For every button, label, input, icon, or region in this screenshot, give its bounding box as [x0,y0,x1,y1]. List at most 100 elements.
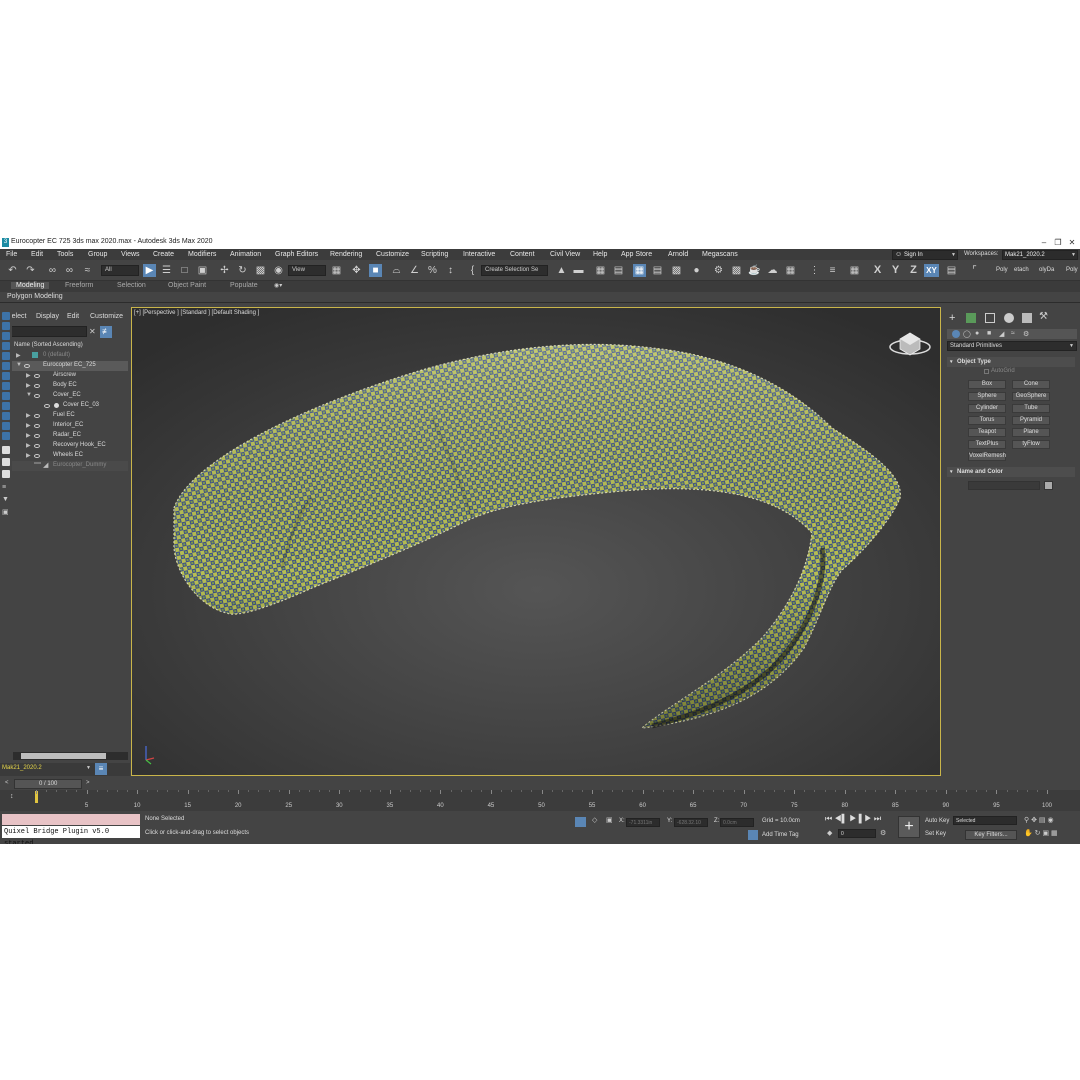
helpers-icon[interactable]: ◢ [999,330,1004,338]
link-icon[interactable]: ∞ [46,264,59,277]
tab-freeform[interactable]: Freeform [65,282,93,289]
scene-horizontal-scrollbar[interactable] [13,752,128,760]
expand-arrow-icon[interactable]: ▶ [26,412,31,419]
scene-tab-display[interactable]: Display [36,313,59,320]
tab-modeling[interactable]: Modeling [11,282,50,289]
menu-tools[interactable]: Tools [57,251,73,258]
visibility-eye-icon[interactable] [24,364,30,368]
object-color-swatch[interactable] [1044,481,1053,490]
pyramid-button[interactable]: Pyramid [1012,416,1050,425]
cylinder-button[interactable]: Cylinder [968,404,1006,413]
scene-row-wheels-ec[interactable]: ▶ Wheels EC [12,451,128,461]
shapes-icon[interactable]: ◯ [963,330,971,338]
tyflow-button[interactable]: tyFlow [1012,440,1050,449]
filter-icon[interactable]: ≢ [100,326,112,338]
rotate-icon[interactable]: ↻ [236,264,249,277]
menu-rendering[interactable]: Rendering [330,251,362,258]
scene-row-body-ec[interactable]: ▶ Body EC [12,381,128,391]
folder-icon[interactable]: ▣ [2,508,9,516]
keyboard-shortcut-override-icon[interactable]: ■ [369,264,382,277]
snap-icon[interactable]: ≡ [826,264,839,277]
axis-x-button[interactable]: X [871,264,884,277]
axis-z-button[interactable]: Z [907,264,920,277]
x-coord-field[interactable]: -71.3311in [626,818,660,827]
maximize-button[interactable]: ❐ [1051,237,1065,248]
window-crossing-icon[interactable]: ▣ [196,264,209,277]
visibility-eye-icon[interactable] [34,434,40,438]
set-key-button[interactable]: Set Key [925,831,946,837]
set-key-plus-icon[interactable]: + [898,816,920,838]
display-invert-icon[interactable] [2,470,10,478]
maxscript-listener-input[interactable] [2,814,140,825]
percent-snap-icon[interactable]: % [426,264,439,277]
space-warps-icon[interactable]: ≈ [1011,330,1015,337]
time-slider[interactable]: < 0 / 100 > [0,778,1080,790]
toggle-ribbon-icon[interactable]: ▦ [633,264,646,277]
auto-key-button[interactable]: Auto Key [925,818,949,824]
display-cameras-icon[interactable] [2,352,10,360]
display-xrefs-icon[interactable] [2,392,10,400]
scene-tab-customize[interactable]: Customize [90,313,123,320]
selection-filter-dropdown[interactable]: All [101,265,139,276]
unlink-icon[interactable]: ∞ [63,264,76,277]
named-selection-sets-dropdown[interactable]: Create Selection Se [481,265,548,276]
modify-tab-icon[interactable] [966,313,976,323]
visibility-eye-icon[interactable] [34,454,40,458]
geometry-icon[interactable] [952,330,960,338]
expand-arrow-icon[interactable]: ▶ [26,432,31,439]
mirror-icon[interactable]: ▲ [555,264,568,277]
pivot-center-icon[interactable]: ▦ [330,264,343,277]
display-groups-icon[interactable] [2,382,10,390]
time-configuration-icon[interactable]: ⚙ [880,829,886,837]
display-geometry-icon[interactable] [2,322,10,330]
name-and-color-rollout-header[interactable]: ▾ Name and Color [947,467,1075,477]
collapse-arrow-icon[interactable]: ▼ [26,392,32,398]
expand-arrow-icon[interactable]: ▶ [26,372,31,379]
close-button[interactable]: ✕ [1065,237,1079,248]
rectangular-selection-icon[interactable]: □ [178,264,191,277]
display-bones-icon[interactable] [2,402,10,410]
scrollbar-thumb[interactable] [21,753,106,759]
hierarchy-icon[interactable]: ≡ [2,484,6,491]
display-containers-icon[interactable] [2,412,10,420]
layer-explorer-icon[interactable]: ≡ [95,763,107,775]
display-none-icon[interactable] [2,458,10,466]
display-frozen-icon[interactable] [2,422,10,430]
redo-icon[interactable]: ↷ [24,264,37,277]
align-icon[interactable]: ▬ [572,264,585,277]
reference-coordinate-dropdown[interactable]: View [288,265,326,276]
chevron-down-icon[interactable]: ▼ [86,765,91,771]
scene-row-cover-ec[interactable]: ▼ Cover_EC [12,391,128,401]
display-spacewarps-icon[interactable] [2,372,10,380]
select-by-name-icon[interactable]: ☰ [160,264,173,277]
menu-customize[interactable]: Customize [376,251,409,258]
perspective-viewport[interactable]: [+] [Perspective ] [Standard ] [Default … [131,307,941,776]
render-icon[interactable]: ▤ [945,264,958,277]
expand-arrow-icon[interactable]: ▶ [26,442,31,449]
scene-row-default-layer[interactable]: ▶ 0 (default) [12,351,128,361]
sign-in-dropdown[interactable]: ☺ Sign In ▼ [892,250,958,260]
viewport-navigation-icons[interactable]: ⚲ ✥ ▤ ◉ [1024,816,1054,824]
key-mode-icon[interactable]: ◆ [827,829,832,837]
expand-arrow-icon[interactable]: ▶ [26,452,31,459]
menu-modifiers[interactable]: Modifiers [188,251,216,258]
visibility-eye-icon[interactable] [34,424,40,428]
absolute-mode-icon[interactable]: ▣ [606,816,613,824]
menu-civil-view[interactable]: Civil View [550,251,580,258]
geosphere-button[interactable]: GeoSphere [1012,392,1050,401]
time-slider-next-icon[interactable]: > [86,780,90,786]
isolate-selection-icon[interactable] [575,817,586,827]
create-tab-plus-icon[interactable]: + [949,312,955,324]
material-editor-icon[interactable]: ● [690,264,703,277]
box-button[interactable]: Box [968,380,1006,389]
key-selection-dropdown[interactable]: Selected [953,816,1017,825]
track-bar[interactable]: ↕ 5 10 15 20 25 30 35 40 45 50 55 60 65 70 75 80 85 90 95 1… [0,790,1080,811]
visibility-eye-icon[interactable] [34,394,40,398]
menu-interactive[interactable]: Interactive [463,251,495,258]
menu-help[interactable]: Help [593,251,607,258]
scene-row-eurocopter[interactable]: ▼ Eurocopter EC_725 [12,361,128,371]
time-slider-thumb[interactable]: 0 / 100 [14,779,82,789]
key-filters-button[interactable]: Key Filters... [965,830,1017,840]
minimize-button[interactable]: – [1037,237,1051,248]
scale-icon[interactable]: ▩ [254,264,267,277]
